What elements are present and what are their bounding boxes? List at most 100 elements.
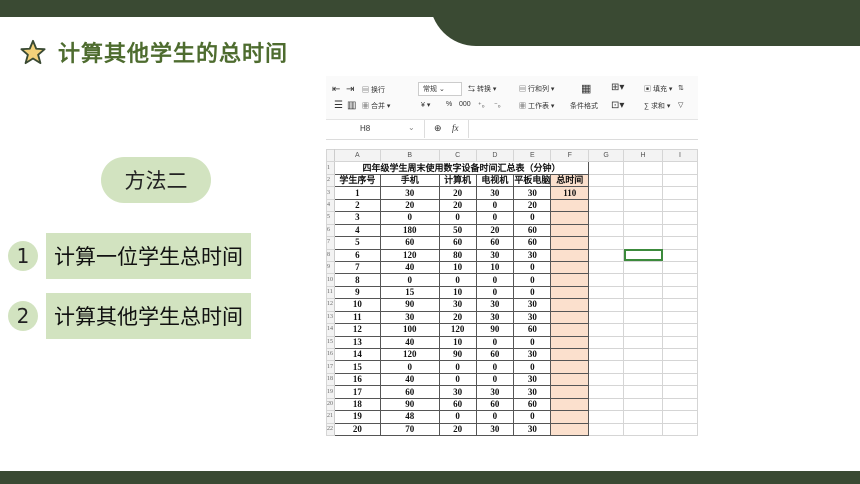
header-cell[interactable]: 学生序号 [333,173,381,188]
cell[interactable] [588,410,625,424]
data-cell[interactable]: 30 [475,310,515,325]
cell[interactable] [588,323,625,337]
data-cell[interactable]: 30 [438,298,477,312]
column-header[interactable]: G [588,148,625,163]
cond-format-button[interactable]: 条件格式 [570,101,598,111]
distribute-icon[interactable]: ▥ [347,100,356,111]
cell[interactable] [623,198,664,213]
data-cell[interactable]: 0 [513,260,552,275]
cell[interactable] [623,161,664,175]
cell[interactable] [662,223,698,238]
cell[interactable] [662,422,698,436]
data-cell[interactable]: 90 [379,298,440,312]
cell[interactable] [588,161,625,175]
chevron-down-icon[interactable]: ⌄ [408,123,415,132]
cell[interactable] [662,248,698,262]
data-cell[interactable]: 16 [333,372,381,387]
data-cell[interactable]: 1 [333,186,381,200]
data-cell[interactable]: 60 [379,236,440,250]
data-cell[interactable] [550,347,590,362]
cell[interactable] [588,372,625,387]
data-cell[interactable]: 60 [475,397,515,412]
cell[interactable] [623,236,664,250]
data-cell[interactable] [550,410,590,424]
row-header[interactable]: 15 [326,335,335,350]
data-cell[interactable]: 0 [513,410,552,424]
header-cell[interactable]: 平板电脑 [513,173,552,188]
wrap-text-button[interactable]: ▤ 换行 [362,85,385,95]
data-cell[interactable] [550,248,590,262]
data-cell[interactable]: 60 [438,236,477,250]
data-cell[interactable]: 0 [438,360,477,374]
data-cell[interactable]: 17 [333,385,381,399]
row-header[interactable]: 10 [326,273,335,287]
data-cell[interactable]: 11 [333,310,381,325]
data-cell[interactable]: 0 [438,273,477,287]
row-header[interactable]: 19 [326,385,335,399]
cell[interactable] [662,173,698,188]
row-header[interactable]: 20 [326,397,335,412]
data-cell[interactable]: 40 [379,372,440,387]
fill-button[interactable]: ▣ 填充 ▾ [644,84,672,94]
data-cell[interactable]: 30 [513,310,552,325]
cell[interactable] [588,186,625,200]
percent-button[interactable]: % [446,101,452,108]
filter-icon[interactable]: ▽ [678,101,683,109]
data-cell[interactable]: 15 [333,360,381,374]
header-cell[interactable]: 电视机 [475,173,515,188]
cell[interactable] [588,248,625,262]
align-right-icon[interactable]: ⇥ [346,84,354,95]
cell[interactable] [623,397,664,412]
data-cell[interactable]: 30 [513,385,552,399]
cell[interactable] [623,260,664,275]
data-cell[interactable]: 0 [475,335,515,350]
cell[interactable] [623,298,664,312]
worksheet-button[interactable]: ▦ 工作表 ▾ [519,101,554,111]
fx-icon[interactable]: fx [452,123,459,133]
column-header[interactable]: H [623,148,664,163]
data-cell[interactable] [550,285,590,300]
cond-format-icon[interactable]: ▦ [581,82,591,95]
cell[interactable] [588,397,625,412]
cell[interactable] [662,397,698,412]
cell[interactable] [662,410,698,424]
cell[interactable] [588,173,625,188]
cell[interactable] [588,335,625,350]
data-cell[interactable]: 60 [513,236,552,250]
align-left-icon[interactable]: ⇤ [332,84,340,95]
cell[interactable] [623,273,664,287]
cell[interactable] [662,360,698,374]
data-cell[interactable]: 0 [438,410,477,424]
data-cell[interactable]: 30 [379,186,440,200]
column-header[interactable]: C [438,148,477,163]
cell-style-icon[interactable]: ⊞▾ [611,82,624,93]
header-cell[interactable]: 手机 [379,173,440,188]
cell[interactable] [588,236,625,250]
data-cell[interactable]: 7 [333,260,381,275]
data-cell[interactable]: 60 [513,397,552,412]
data-cell[interactable]: 0 [438,372,477,387]
row-header[interactable]: 8 [326,248,335,262]
sort-icon[interactable]: ⇅ [678,84,684,92]
row-header[interactable]: 17 [326,360,335,374]
data-cell[interactable]: 0 [475,198,515,213]
data-cell[interactable] [550,236,590,250]
data-cell[interactable] [550,397,590,412]
data-cell[interactable]: 30 [475,298,515,312]
data-cell[interactable]: 9 [333,285,381,300]
data-cell[interactable]: 2 [333,198,381,213]
data-cell[interactable]: 0 [475,285,515,300]
row-header[interactable]: 3 [326,186,335,200]
data-cell[interactable]: 10 [438,335,477,350]
cell[interactable] [662,198,698,213]
data-cell[interactable]: 60 [438,397,477,412]
data-cell[interactable]: 60 [379,385,440,399]
data-cell[interactable]: 60 [513,323,552,337]
data-cell[interactable]: 30 [379,310,440,325]
cell[interactable] [623,372,664,387]
row-header[interactable]: 21 [326,410,335,424]
data-cell[interactable]: 10 [438,260,477,275]
data-cell[interactable]: 120 [379,347,440,362]
data-cell[interactable] [550,273,590,287]
column-header[interactable]: A [333,148,381,163]
